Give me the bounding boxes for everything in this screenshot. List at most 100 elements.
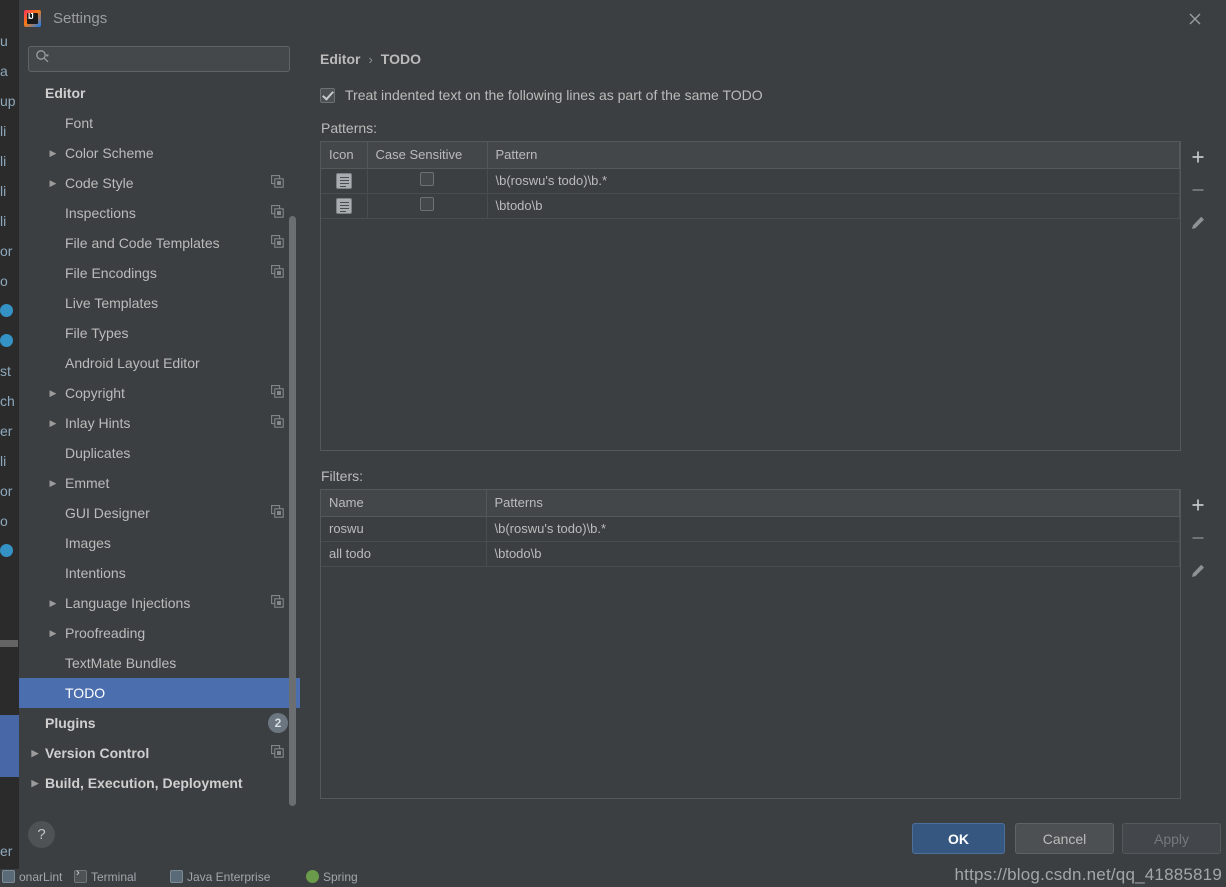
sidebar-item-inlay-hints[interactable]: ▶ Inlay Hints: [19, 408, 300, 438]
expand-arrow-icon[interactable]: ▶: [29, 778, 41, 788]
pattern-value-cell[interactable]: \b(roswu's todo)\b.*: [487, 168, 1180, 194]
help-button[interactable]: ?: [28, 821, 55, 848]
sidebar-item-label: Duplicates: [65, 445, 131, 461]
pattern-value-cell[interactable]: \btodo\b: [487, 193, 1180, 219]
sidebar-item-emmet[interactable]: ▶ Emmet: [19, 468, 300, 498]
expand-arrow-icon[interactable]: ▶: [47, 178, 59, 188]
sidebar-item-version-control[interactable]: ▶ Version Control: [19, 738, 300, 768]
filters-column-name[interactable]: Name: [321, 490, 487, 517]
sidebar-item-copyright[interactable]: ▶ Copyright: [19, 378, 300, 408]
edit-filter-button[interactable]: [1185, 559, 1211, 583]
table-row[interactable]: \btodo\b: [321, 193, 1180, 219]
copy-icon[interactable]: [271, 415, 284, 431]
sidebar-item-editor[interactable]: Editor: [19, 78, 300, 108]
expand-arrow-icon[interactable]: ▶: [47, 598, 59, 608]
ok-button[interactable]: OK: [912, 823, 1005, 854]
sidebar-item-duplicates[interactable]: Duplicates: [19, 438, 300, 468]
todo-pattern-icon: [335, 197, 352, 214]
sidebar-item-proofreading[interactable]: ▶ Proofreading: [19, 618, 300, 648]
sidebar-item-file-encodings[interactable]: File Encodings: [19, 258, 300, 288]
expand-arrow-icon[interactable]: ▶: [47, 148, 59, 158]
sidebar-item-android-layout-editor[interactable]: Android Layout Editor: [19, 348, 300, 378]
copy-icon[interactable]: [271, 235, 284, 251]
sidebar-item-language-injections[interactable]: ▶ Language Injections: [19, 588, 300, 618]
copy-icon[interactable]: [271, 505, 284, 521]
filter-name-cell[interactable]: all todo: [321, 541, 487, 567]
status-item-sonarlint[interactable]: onarLint: [2, 870, 62, 884]
pattern-icon-cell[interactable]: [321, 168, 368, 194]
cancel-button[interactable]: Cancel: [1015, 823, 1114, 854]
filters-column-patterns[interactable]: Patterns: [486, 490, 1180, 517]
remove-pattern-button[interactable]: [1185, 178, 1211, 202]
sidebar-item-label: Inspections: [65, 205, 136, 221]
filters-section-label: Filters:: [321, 468, 363, 484]
copy-icon[interactable]: [271, 745, 284, 761]
status-item-spring[interactable]: Spring: [306, 870, 358, 884]
sidebar-scrollbar[interactable]: [289, 216, 296, 806]
add-pattern-button[interactable]: [1185, 145, 1211, 169]
patterns-column-pattern[interactable]: Pattern: [487, 142, 1180, 169]
sidebar-item-live-templates[interactable]: Live Templates: [19, 288, 300, 318]
sidebar-item-code-style[interactable]: ▶ Code Style: [19, 168, 300, 198]
copy-icon[interactable]: [271, 175, 284, 191]
sonarlint-icon: [2, 870, 15, 883]
close-icon[interactable]: [1182, 6, 1208, 32]
sidebar-item-file-types[interactable]: File Types: [19, 318, 300, 348]
copy-icon[interactable]: [271, 205, 284, 221]
pattern-icon-cell[interactable]: [321, 193, 368, 219]
search-icon: [35, 49, 50, 69]
sidebar-item-gui-designer[interactable]: GUI Designer: [19, 498, 300, 528]
sidebar-item-color-scheme[interactable]: ▶ Color Scheme: [19, 138, 300, 168]
sidebar-item-label: Copyright: [65, 385, 125, 401]
table-row[interactable]: all todo \btodo\b: [321, 541, 1180, 567]
expand-arrow-icon[interactable]: ▶: [29, 748, 41, 758]
sidebar-item-font[interactable]: Font: [19, 108, 300, 138]
table-row[interactable]: \b(roswu's todo)\b.*: [321, 168, 1180, 194]
patterns-column-case-sensitive[interactable]: Case Sensitive: [367, 142, 488, 169]
expand-arrow-icon[interactable]: ▶: [47, 418, 59, 428]
filter-patterns-cell[interactable]: \btodo\b: [486, 541, 1180, 567]
status-item-terminal[interactable]: Terminal: [74, 867, 136, 884]
copy-icon: [271, 235, 284, 248]
search-box[interactable]: [28, 46, 290, 72]
sidebar-item-label: Build, Execution, Deployment: [45, 775, 243, 791]
apply-button[interactable]: Apply: [1122, 823, 1221, 854]
sidebar-item-todo[interactable]: TODO: [19, 678, 300, 708]
table-row[interactable]: roswu \b(roswu's todo)\b.*: [321, 516, 1180, 542]
sidebar-item-textmate-bundles[interactable]: TextMate Bundles: [19, 648, 300, 678]
patterns-header-row: Icon Case Sensitive Pattern: [321, 142, 1180, 169]
remove-filter-button[interactable]: [1185, 526, 1211, 550]
sidebar-item-intentions[interactable]: Intentions: [19, 558, 300, 588]
edit-pattern-button[interactable]: [1185, 211, 1211, 235]
treat-indented-text-checkbox[interactable]: [320, 87, 335, 103]
sidebar-item-inspections[interactable]: Inspections: [19, 198, 300, 228]
minus-icon: [1192, 189, 1204, 191]
filters-header-row: Name Patterns: [321, 490, 1180, 517]
copy-icon[interactable]: [271, 595, 284, 611]
expand-arrow-icon[interactable]: ▶: [47, 388, 59, 398]
pattern-case-sensitive-cell[interactable]: [367, 168, 488, 194]
sidebar-item-images[interactable]: Images: [19, 528, 300, 558]
copy-icon[interactable]: [271, 265, 284, 281]
terminal-icon: [74, 867, 87, 883]
patterns-column-icon[interactable]: Icon: [321, 142, 368, 169]
copy-icon[interactable]: [271, 385, 284, 401]
sidebar-item-plugins[interactable]: Plugins 2: [19, 708, 300, 738]
filter-patterns-cell[interactable]: \b(roswu's todo)\b.*: [486, 516, 1180, 542]
filter-name-cell[interactable]: roswu: [321, 516, 487, 542]
sidebar-item-label: File Types: [65, 325, 129, 341]
case-sensitive-checkbox[interactable]: [420, 172, 434, 186]
treat-indented-text-checkbox-row[interactable]: Treat indented text on the following lin…: [320, 87, 1215, 103]
sidebar-item-file-and-code-templates[interactable]: File and Code Templates: [19, 228, 300, 258]
expand-arrow-icon[interactable]: ▶: [47, 628, 59, 638]
add-filter-button[interactable]: [1185, 493, 1211, 517]
sidebar-item-build-execution-deployment[interactable]: ▶ Build, Execution, Deployment: [19, 768, 300, 798]
breadcrumb-parent[interactable]: Editor: [320, 51, 360, 67]
breadcrumb-separator: ›: [368, 51, 373, 67]
todo-pattern-icon: [335, 172, 352, 189]
search-input[interactable]: [54, 50, 283, 68]
expand-arrow-icon[interactable]: ▶: [47, 478, 59, 488]
pattern-case-sensitive-cell[interactable]: [367, 193, 488, 219]
status-item-java-enterprise[interactable]: Java Enterprise: [170, 870, 270, 884]
case-sensitive-checkbox[interactable]: [420, 197, 434, 211]
